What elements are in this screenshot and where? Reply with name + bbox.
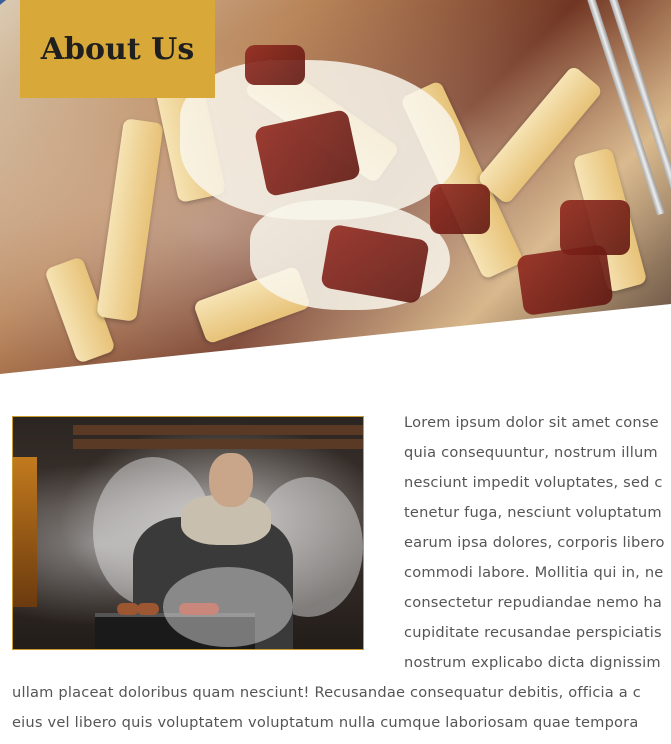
- text-line: eius vel libero quis voluptatem voluptat…: [12, 714, 639, 731]
- about-text: Lorem ipsum dolor sit amet conse quia co…: [0, 408, 671, 744]
- page-title: About Us: [40, 31, 195, 67]
- text-line: commodi labore. Mollitia qui in, ne: [404, 564, 664, 581]
- text-line: earum ipsa dolores, corporis libero: [404, 534, 665, 551]
- text-line: consectetur repudiandae nemo ha: [404, 594, 663, 611]
- text-line: quia consequuntur, nostrum illum: [404, 444, 658, 461]
- text-line: ullam placeat doloribus quam nesciunt! R…: [12, 684, 641, 701]
- text-line: tenetur fuga, nesciunt voluptatum: [404, 504, 662, 521]
- page-title-box: About Us: [20, 0, 215, 98]
- text-line: nesciunt impedit voluptates, sed c: [404, 474, 663, 491]
- text-line: cupiditate recusandae perspiciatis: [404, 624, 662, 641]
- text-line: Lorem ipsum dolor sit amet conse: [404, 414, 659, 431]
- text-line: nostrum explicabo dicta dignissim: [404, 654, 661, 671]
